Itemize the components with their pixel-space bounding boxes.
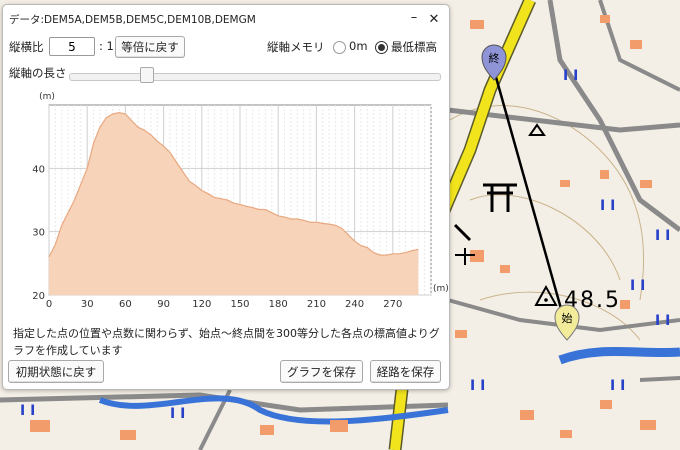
x-tick-label: 210: [307, 299, 326, 310]
axis-length-slider-track[interactable]: [69, 73, 441, 81]
x-tick-label: 30: [81, 299, 94, 310]
equal-ratio-button[interactable]: 等倍に戻す: [115, 36, 185, 58]
vertical-axis-label: 縦軸メモリ: [267, 40, 325, 54]
radio-zero[interactable]: [333, 41, 346, 54]
save-route-button[interactable]: 経路を保存: [370, 360, 441, 383]
x-tick-label: 90: [157, 299, 170, 310]
x-tick-label: 60: [119, 299, 132, 310]
y-tick-label: 40: [32, 164, 45, 175]
svg-text:I I: I I: [170, 406, 185, 422]
ratio-suffix: : 1: [99, 39, 114, 53]
close-icon[interactable]: ✕: [427, 9, 441, 31]
svg-text:I I: I I: [610, 378, 625, 394]
x-tick-label: 150: [230, 299, 249, 310]
reset-button[interactable]: 初期状態に戻す: [8, 360, 104, 383]
y-tick-label: 30: [32, 228, 45, 239]
window-title: データ:DEM5A,DEM5B,DEM5C,DEM10B,DEMGM: [9, 14, 256, 26]
y-unit-label: (m): [39, 92, 55, 102]
svg-text:終: 終: [489, 51, 500, 65]
window-titlebar[interactable]: データ:DEM5A,DEM5B,DEM5C,DEM10B,DEMGM – ✕: [9, 9, 443, 31]
elevation-chart: 0 30 60 90 120 150 180 210 240 270 20 30 40 (m) (m): [32, 92, 449, 310]
ratio-label: 縦横比: [9, 40, 44, 54]
minimize-icon[interactable]: –: [407, 7, 421, 29]
x-tick-label: 180: [269, 299, 288, 310]
radio-min-elevation[interactable]: [375, 41, 388, 54]
svg-text:I I: I I: [655, 228, 670, 244]
x-unit-label: (m): [433, 284, 449, 294]
x-tick-label: 0: [46, 299, 52, 310]
radio-zero-label: 0m: [349, 39, 368, 53]
axis-length-label: 縦軸の長さ: [9, 66, 67, 80]
axis-length-slider-thumb[interactable]: [140, 67, 155, 83]
description-text: 指定した点の位置や点数に関わらず、始点～終点間を300等分した各点の標高値よりグ…: [13, 327, 440, 357]
svg-text:I I: I I: [630, 278, 645, 294]
svg-text:I I: I I: [470, 378, 485, 394]
save-graph-button[interactable]: グラフを保存: [280, 360, 363, 383]
ratio-input[interactable]: [49, 37, 95, 56]
svg-text:始: 始: [562, 311, 573, 325]
radio-min-label: 最低標高: [391, 40, 437, 54]
svg-text:I I: I I: [563, 68, 578, 84]
svg-text:I I: I I: [655, 313, 670, 329]
ratio-row: 縦横比 : 1 等倍に戻す 縦軸メモリ 0m 最低標高: [9, 36, 443, 59]
elevation-profile-window: データ:DEM5A,DEM5B,DEM5C,DEM10B,DEMGM – ✕ 縦…: [2, 4, 450, 390]
x-tick-label: 270: [383, 299, 402, 310]
svg-text:I I: I I: [600, 198, 615, 214]
x-tick-label: 240: [345, 299, 364, 310]
y-tick-label: 20: [32, 291, 45, 302]
svg-text:I I: I I: [20, 403, 35, 419]
x-tick-label: 120: [192, 299, 211, 310]
